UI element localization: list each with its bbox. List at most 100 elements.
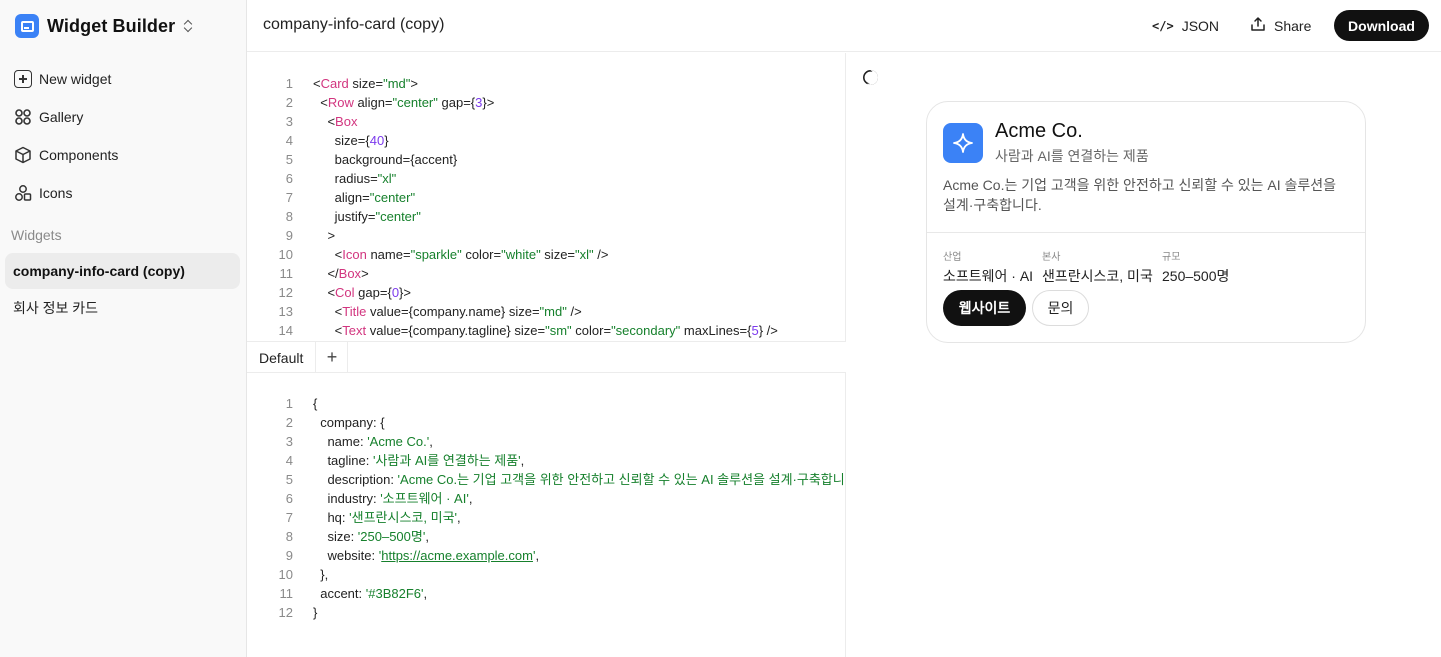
code-line[interactable]: 12} [247, 603, 318, 622]
code-text: justify="center" [313, 209, 421, 224]
line-number: 4 [285, 453, 293, 468]
company-description: Acme Co.는 기업 고객을 위한 안전하고 신뢰할 수 있는 AI 솔루션… [943, 177, 1337, 213]
code-line[interactable]: 1{ [247, 394, 318, 413]
code-line[interactable]: 1 <Card size="md"> [247, 74, 418, 93]
code-line[interactable]: 9 > [247, 226, 335, 245]
code-line[interactable]: 2 company: { [247, 413, 385, 432]
code-line[interactable]: 4 size={40} [247, 131, 389, 150]
sparkle-icon [943, 123, 983, 163]
code-text: industry: '소프트웨어 · AI', [313, 491, 473, 506]
contact-button[interactable]: 문의 [1032, 290, 1089, 326]
code-text: size: '250–500명', [313, 529, 429, 544]
code-line[interactable]: 10 <Icon name="sparkle" color="white" si… [247, 245, 609, 264]
code-line[interactable]: 4 tagline: '사람과 AI를 연결하는 제품', [247, 451, 525, 470]
code-line[interactable]: 14 <Text value={company.tagline} size="s… [247, 321, 778, 340]
stat-size: 규모 250–500명 [1162, 248, 1229, 286]
code-text: <Box [313, 114, 358, 129]
download-button[interactable]: Download [1334, 10, 1429, 41]
line-number: 12 [278, 285, 293, 300]
nav-item-icons[interactable]: Icons [0, 174, 247, 212]
code-line[interactable]: 8 size: '250–500명', [247, 527, 429, 546]
code-text: <Text value={company.tagline} size="sm" … [313, 323, 778, 338]
line-number: 14 [278, 323, 293, 338]
nav-item-gallery[interactable]: Gallery [0, 98, 247, 136]
code-line[interactable]: 13 <Title value={company.name} size="md"… [247, 302, 582, 321]
plus-square-icon [14, 70, 32, 88]
code-line[interactable]: 11 accent: '#3B82F6', [247, 584, 428, 603]
share-button-label: Share [1274, 17, 1312, 34]
line-number: 8 [285, 529, 293, 544]
sidebar: Widget Builder New widget Gallery Compon… [0, 0, 247, 657]
code-text: radius="xl" [313, 171, 397, 186]
stat-industry: 산업 소프트웨어 · AI [943, 248, 1033, 286]
line-number: 4 [285, 133, 293, 148]
line-number: 10 [278, 567, 293, 582]
code-text: }, [313, 567, 329, 582]
line-number: 1 [285, 396, 293, 411]
stat-value: 소프트웨어 · AI [943, 268, 1034, 284]
stat-value: 샌프란시스코, 미국 [1042, 268, 1153, 284]
code-text: name: 'Acme Co.', [313, 434, 433, 449]
code-line[interactable]: 10 }, [247, 565, 329, 584]
app-switcher[interactable]: Widget Builder [15, 13, 193, 39]
tab-default[interactable]: Default [247, 342, 317, 373]
data-tabs-bar: Default + [247, 341, 846, 373]
code-line[interactable]: 6 industry: '소프트웨어 · AI', [247, 489, 473, 508]
code-text: <Card size="md"> [313, 76, 418, 91]
nav-item-label: Gallery [39, 109, 84, 125]
widgets-section-label: Widgets [11, 227, 62, 243]
widget-item-company-info-card-ko[interactable]: 회사 정보 카드 [5, 290, 240, 326]
nav-item-label: Icons [39, 185, 73, 201]
widget-item-company-info-card-copy[interactable]: company-info-card (copy) [5, 253, 240, 289]
line-number: 5 [285, 152, 293, 167]
gallery-icon [14, 108, 32, 126]
code-line[interactable]: 7 hq: '샌프란시스코, 미국', [247, 508, 461, 527]
code-text: company: { [313, 415, 385, 430]
line-number: 12 [278, 605, 293, 620]
stat-hq: 본사 샌프란시스코, 미국 [1042, 248, 1153, 286]
code-text: </Box> [313, 266, 369, 281]
preview-pane: Acme Co. 사람과 AI를 연결하는 제품 Acme Co.는 기업 고객… [847, 53, 1441, 657]
code-text: <Row align="center" gap={3}> [313, 95, 495, 110]
moon-icon[interactable] [863, 70, 878, 85]
share-button[interactable]: Share [1250, 10, 1311, 41]
document-title[interactable]: company-info-card (copy) [263, 16, 444, 34]
code-line[interactable]: 12 <Col gap={0}> [247, 283, 411, 302]
line-number: 10 [278, 247, 293, 262]
line-number: 11 [279, 586, 294, 601]
stat-label: 본사 [1042, 252, 1061, 263]
line-number: 7 [285, 190, 293, 205]
company-name: Acme Co. [995, 120, 1083, 142]
app-logo-icon [15, 14, 39, 38]
code-text: description: 'Acme Co.는 기업 고객을 위한 안전하고 신… [313, 472, 846, 487]
nav-item-label: Components [39, 147, 119, 163]
code-line[interactable]: 11 </Box> [247, 264, 369, 283]
line-number: 2 [285, 415, 293, 430]
data-code-editor[interactable]: 1{2 company: {3 name: 'Acme Co.', 4 tagli… [247, 373, 846, 657]
add-tab-button[interactable]: + [317, 342, 348, 373]
template-code-editor[interactable]: 1 <Card size="md"> 2 <Row align="center" g… [247, 53, 846, 341]
nav-item-new-widget[interactable]: New widget [0, 60, 247, 98]
line-number: 8 [285, 209, 293, 224]
code-line[interactable]: 9 website: 'https://acme.example.com', [247, 546, 539, 565]
code-text: align="center" [313, 190, 416, 205]
code-line[interactable]: 2 <Row align="center" gap={3}> [247, 93, 495, 112]
code-text: > [313, 228, 336, 243]
website-button[interactable]: 웹사이트 [943, 290, 1026, 326]
code-line[interactable]: 7 align="center" [247, 188, 415, 207]
code-line[interactable]: 5 description: 'Acme Co.는 기업 고객을 위한 안전하고… [247, 470, 846, 489]
line-number: 3 [285, 114, 293, 129]
line-number: 3 [285, 434, 293, 449]
nav-item-components[interactable]: Components [0, 136, 247, 174]
stat-value: 250–500명 [1162, 268, 1230, 284]
line-number: 11 [279, 266, 294, 281]
code-line[interactable]: 3 <Box [247, 112, 358, 131]
code-line[interactable]: 5 background={accent} [247, 150, 457, 169]
chevron-updown-icon[interactable] [183, 19, 193, 33]
line-number: 2 [285, 95, 293, 110]
line-number: 9 [285, 548, 293, 563]
json-button[interactable]: </> JSON [1152, 10, 1219, 41]
code-line[interactable]: 6 radius="xl" [247, 169, 397, 188]
code-line[interactable]: 3 name: 'Acme Co.', [247, 432, 433, 451]
code-line[interactable]: 8 justify="center" [247, 207, 421, 226]
